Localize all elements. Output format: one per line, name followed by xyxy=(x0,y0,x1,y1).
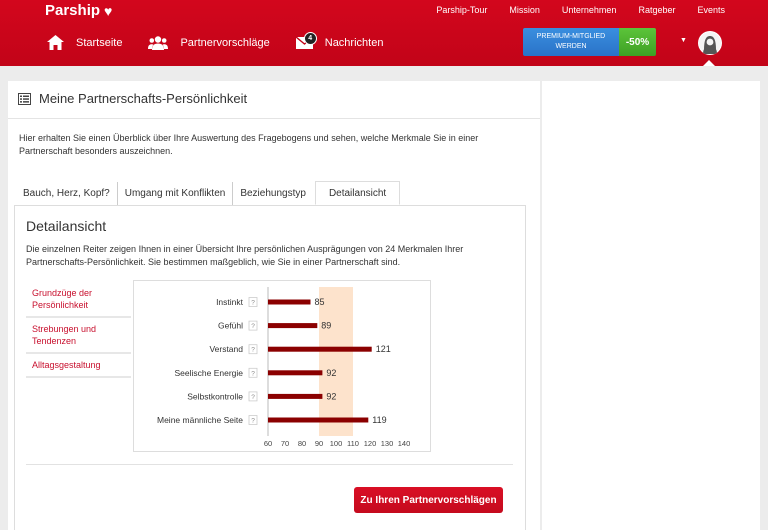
top-link-company[interactable]: Unternehmen xyxy=(562,5,617,15)
heart-icon: ♥ xyxy=(104,2,113,19)
detail-title: Detailansicht xyxy=(26,218,107,234)
tab-detail-view[interactable]: Detailansicht xyxy=(314,181,401,205)
premium-discount: -50% xyxy=(619,28,656,56)
premium-label: PREMIUM-MITGLIED WERDEN xyxy=(523,28,619,56)
premium-label-line1: PREMIUM-MITGLIED xyxy=(536,33,606,40)
nav-messages[interactable]: 4 Nachrichten xyxy=(295,31,384,49)
help-mark: ? xyxy=(251,323,255,330)
divider xyxy=(26,464,513,465)
top-link-advisor[interactable]: Ratgeber xyxy=(638,5,675,15)
list-icon xyxy=(18,92,31,105)
divider xyxy=(8,118,540,119)
category-label: Seelische Energie xyxy=(174,368,243,378)
help-mark: ? xyxy=(251,394,255,401)
nav-home[interactable]: Startseite xyxy=(47,35,122,50)
nav-partners-label: Partnervorschläge xyxy=(180,36,270,49)
side-panel xyxy=(542,81,760,530)
tab-gut-heart-head[interactable]: Bauch, Herz, Kopf? xyxy=(16,182,118,205)
category-label: Instinkt xyxy=(216,297,244,307)
top-link-mission[interactable]: Mission xyxy=(509,5,540,15)
help-mark: ? xyxy=(251,418,255,425)
main-nav: Startseite Partnervorschläge 4 Nachricht… xyxy=(47,31,409,50)
messages-badge: 4 xyxy=(303,31,317,45)
nav-messages-label: Nachrichten xyxy=(324,36,384,49)
trait-chart: Instinkt? 85 Gefühl? 89 Verstand? 121 Seelisch… xyxy=(133,280,431,452)
x-tick-label: 60 xyxy=(264,439,272,448)
trait-bar-chart: Instinkt? 85 Gefühl? 89 Verstand? 121 Seelisch… xyxy=(157,287,411,448)
tab-bar: Bauch, Herz, Kopf? Umgang mit Konflikten… xyxy=(16,181,401,205)
page-title: Meine Partnerschafts-Persönlichkeit xyxy=(18,91,247,106)
category-label: Selbstkontrolle xyxy=(187,391,243,401)
help-mark: ? xyxy=(251,370,255,377)
bar xyxy=(268,370,323,376)
subnav: Grundzüge der Persönlichkeit Strebungen … xyxy=(26,282,131,378)
x-tick-label: 130 xyxy=(381,439,394,448)
top-link-tour[interactable]: Parship-Tour xyxy=(436,5,487,15)
avatar[interactable] xyxy=(698,31,722,55)
tab-conflicts[interactable]: Umgang mit Konflikten xyxy=(118,182,234,205)
subnav-item-daily-life[interactable]: Alltagsgestaltung xyxy=(26,354,131,378)
x-tick-label: 110 xyxy=(347,439,359,448)
category-label: Verstand xyxy=(209,344,243,354)
premium-button[interactable]: PREMIUM-MITGLIED WERDEN -50% xyxy=(523,28,656,56)
data-label: 85 xyxy=(315,297,325,307)
avatar-notch xyxy=(703,60,715,66)
tab-panel-detail: Detailansicht Die einzelnen Reiter zeige… xyxy=(14,205,526,530)
premium-label-line2: WERDEN xyxy=(555,43,587,50)
user-avatar-icon xyxy=(699,32,721,54)
page-title-text: Meine Partnerschafts-Persönlichkeit xyxy=(39,91,248,106)
detail-description: Die einzelnen Reiter zeigen Ihnen in ein… xyxy=(26,244,464,267)
data-label: 92 xyxy=(326,368,336,378)
top-header: Parship ♥ Parship-Tour Mission Unternehm… xyxy=(0,0,768,66)
category-label: Gefühl xyxy=(218,321,243,331)
tab-relationship-type[interactable]: Beziehungstyp xyxy=(233,182,313,205)
help-mark: ? xyxy=(251,347,255,354)
main-panel: Meine Partnerschafts-Persönlichkeit Hier… xyxy=(8,81,540,530)
subnav-item-aspirations[interactable]: Strebungen und Tendenzen xyxy=(26,318,131,354)
data-label: 121 xyxy=(376,344,391,354)
x-tick-label: 100 xyxy=(330,439,343,448)
home-icon xyxy=(47,35,64,50)
help-mark: ? xyxy=(251,300,255,307)
parship-logo[interactable]: Parship ♥ xyxy=(45,2,112,19)
top-links: Parship-Tour Mission Unternehmen Ratgebe… xyxy=(436,5,725,15)
x-tick-label: 70 xyxy=(281,439,289,448)
x-tick-label: 140 xyxy=(398,439,411,448)
x-tick-label: 90 xyxy=(315,439,323,448)
subnav-item-basics[interactable]: Grundzüge der Persönlichkeit xyxy=(26,282,131,318)
chevron-down-icon[interactable]: ▼ xyxy=(680,37,687,44)
bar xyxy=(268,346,372,352)
top-link-events[interactable]: Events xyxy=(697,5,725,15)
data-label: 119 xyxy=(372,415,386,425)
users-icon xyxy=(148,35,169,50)
bar xyxy=(268,299,311,305)
nav-partners[interactable]: Partnervorschläge xyxy=(148,35,270,50)
nav-home-label: Startseite xyxy=(76,36,123,49)
logo-text: Parship xyxy=(45,2,101,19)
partner-suggestions-button[interactable]: Zu Ihren Partnervorschlägen xyxy=(354,487,503,513)
target-range-band xyxy=(319,287,353,436)
bar xyxy=(268,393,323,399)
intro-text: Hier erhalten Sie einen Überblick über I… xyxy=(19,133,479,156)
bar xyxy=(268,417,369,423)
x-tick-label: 120 xyxy=(364,439,377,448)
category-label: Meine männliche Seite xyxy=(157,415,243,425)
data-label: 89 xyxy=(321,321,331,331)
data-label: 92 xyxy=(326,391,336,401)
x-tick-label: 80 xyxy=(298,439,306,448)
bar xyxy=(268,323,318,329)
